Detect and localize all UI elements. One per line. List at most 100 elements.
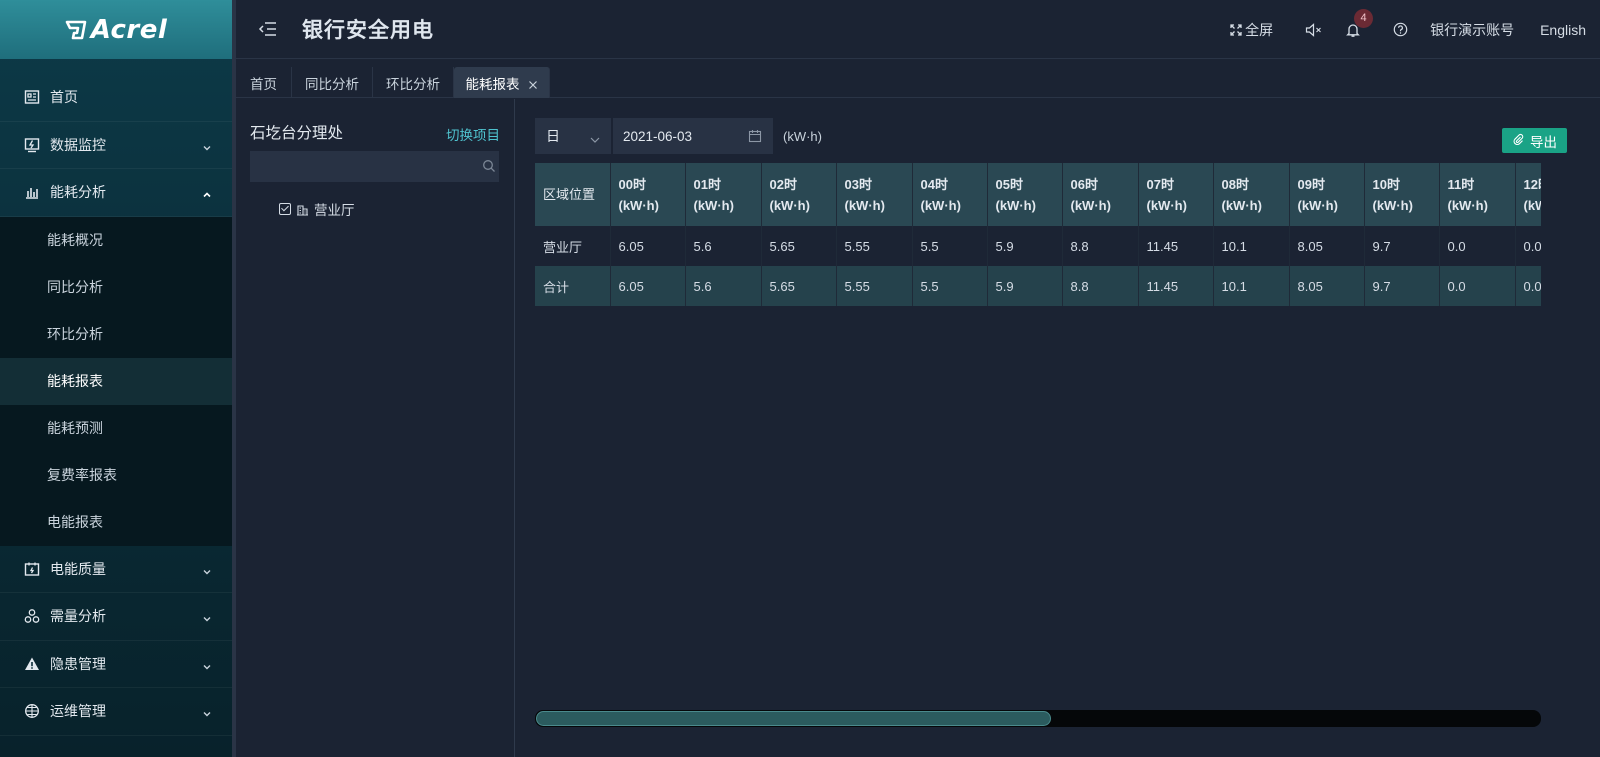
sidebar-item-home[interactable]: 首页 (0, 74, 232, 122)
table-cell: 11.45 (1138, 226, 1214, 266)
app-title: 银行安全用电 (302, 19, 434, 42)
notifications-button[interactable]: 4 (1345, 8, 1374, 38)
tab-yoy-analysis[interactable]: 同比分析 (292, 67, 373, 98)
project-title: 石圪台分理处 (250, 125, 344, 142)
table-cell: 8.8 (1062, 226, 1139, 266)
unit-label: (kW·h) (920, 197, 961, 213)
hour-label: 11时 (1447, 176, 1475, 192)
chevron-down-icon (202, 611, 212, 622)
tab-label: 能耗报表 (465, 76, 520, 92)
table-cell: 5.5 (912, 266, 988, 306)
hour-label: 04时 (920, 176, 948, 192)
date-value: 2021-06-03 (623, 128, 693, 144)
table-cell: 11.45 (1138, 266, 1214, 306)
date-picker-input[interactable]: 2021-06-03 (613, 118, 773, 154)
unit-label: (kW·h) (1221, 197, 1262, 213)
sidebar-item-label: 电能质量 (50, 560, 106, 577)
nodes-icon (24, 608, 40, 624)
hour-label: 03时 (844, 176, 872, 192)
monitor-icon (24, 137, 40, 153)
sidebar-item-energy-analysis[interactable]: 能耗分析 (0, 169, 232, 217)
unit-label: (kW·h) (1372, 197, 1413, 213)
table-cell: 8.05 (1289, 266, 1365, 306)
calendar-icon (748, 129, 762, 143)
horizontal-scrollbar[interactable] (535, 710, 1541, 727)
tab-bar: 首页 同比分析 环比分析 能耗报表 (236, 67, 1600, 98)
fullscreen-label: 全屏 (1245, 21, 1274, 38)
unit-label: (kW·h) (1070, 197, 1111, 213)
table-cell: 0.0 (1515, 226, 1541, 266)
column-header-hour: 05时 (kW·h) (987, 163, 1063, 226)
hour-label: 06时 (1070, 176, 1098, 192)
tree-node[interactable]: 营业厅 (279, 200, 355, 218)
tree-node-label: 营业厅 (314, 203, 355, 218)
sidebar-item-label: 数据监控 (50, 136, 106, 153)
sidebar-nav: 首页 数据监控 能耗分析 (0, 74, 232, 217)
help-button[interactable] (1393, 22, 1408, 37)
sidebar-item-data-monitor[interactable]: 数据监控 (0, 122, 232, 169)
bar-chart-icon (24, 184, 40, 200)
chevron-down-icon (202, 659, 212, 670)
column-header-hour: 01时 (kW·h) (685, 163, 762, 226)
table-cell: 5.55 (836, 266, 913, 306)
globe-icon (24, 703, 40, 719)
fullscreen-button[interactable]: 全屏 (1230, 20, 1273, 40)
sidebar-subitem-yoy-analysis[interactable]: 同比分析 (0, 264, 232, 311)
language-switch[interactable]: English (1540, 22, 1586, 38)
sidebar-item-label: 能耗分析 (50, 184, 106, 201)
tab-label: 首页 (250, 76, 277, 92)
column-header-hour: 09时 (kW·h) (1289, 163, 1365, 226)
mute-icon (1305, 22, 1323, 37)
brand-logo[interactable]: Acrel (0, 0, 232, 59)
table-cell: 8.8 (1062, 266, 1139, 306)
column-header-hour: 11时 (kW·h) (1439, 163, 1516, 226)
report-table-wrapper[interactable]: 区域位置 00时 (kW·h) 01时 (kW·h) 02时 (kW·h) 03时 (k… (535, 163, 1541, 306)
tab-energy-report[interactable]: 能耗报表 (454, 67, 550, 98)
sidebar-subitem-multi-rate-report[interactable]: 复费率报表 (0, 452, 232, 499)
row-region-cell: 合计 (535, 266, 611, 306)
table-cell: 5.65 (761, 226, 837, 266)
chevron-down-icon (202, 140, 212, 151)
chevron-down-icon (202, 564, 212, 575)
sidebar-subitem-electric-energy-report[interactable]: 电能报表 (0, 499, 232, 546)
table-cell: 5.5 (912, 226, 988, 266)
close-icon[interactable] (528, 78, 538, 89)
checkbox-checked-icon[interactable] (279, 203, 291, 215)
sidebar-subitem-mom-analysis[interactable]: 环比分析 (0, 311, 232, 358)
table-row: 营业厅 6.05 5.6 5.65 5.55 5.5 5.9 8.8 11.45… (535, 226, 1541, 266)
export-button[interactable]: 导出 (1502, 128, 1567, 153)
switch-project-link[interactable]: 切换项目 (446, 124, 500, 144)
sidebar-item-demand-analysis[interactable]: 需量分析 (0, 593, 232, 641)
unit-label: (kW·h) (1447, 197, 1488, 213)
table-cell: 10.1 (1213, 266, 1290, 306)
sidebar-item-label: 首页 (50, 89, 78, 106)
sidebar-item-operations[interactable]: 运维管理 (0, 688, 232, 736)
sidebar-nav-lower: 电能质量 需量分析 隐患管理 运维管理 (0, 546, 232, 736)
table-cell: 0.0 (1515, 266, 1541, 306)
period-select[interactable]: 日 (535, 118, 611, 154)
sidebar-item-label: 运维管理 (50, 703, 106, 720)
menu-collapse-icon[interactable] (258, 19, 278, 39)
tab-label: 同比分析 (305, 76, 359, 92)
sidebar-subitem-energy-forecast[interactable]: 能耗预测 (0, 405, 232, 452)
scrollbar-thumb[interactable] (536, 711, 1051, 726)
sidebar-subitem-energy-report[interactable]: 能耗报表 (0, 357, 232, 405)
top-header: 银行安全用电 全屏 4 银行演示账号 English (236, 0, 1600, 59)
tab-home[interactable]: 首页 (236, 67, 292, 98)
table-cell: 0.0 (1439, 266, 1516, 306)
table-cell: 5.6 (685, 266, 762, 306)
table-cell: 8.05 (1289, 226, 1365, 266)
unit-label: (kW·h) (1146, 197, 1187, 213)
table-cell: 6.05 (610, 266, 686, 306)
tab-mom-analysis[interactable]: 环比分析 (373, 67, 454, 98)
tree-search-input[interactable] (250, 151, 499, 182)
home-icon (24, 89, 40, 105)
sidebar-item-hazard-management[interactable]: 隐患管理 (0, 641, 232, 688)
building-icon (296, 203, 309, 216)
sidebar-item-label: 隐患管理 (50, 655, 106, 672)
sidebar-item-power-quality[interactable]: 电能质量 (0, 546, 232, 593)
account-menu[interactable]: 银行演示账号 (1430, 20, 1514, 40)
sidebar-subitem-energy-overview[interactable]: 能耗概况 (0, 217, 232, 264)
search-icon[interactable] (482, 159, 496, 173)
mute-button[interactable] (1305, 22, 1323, 37)
